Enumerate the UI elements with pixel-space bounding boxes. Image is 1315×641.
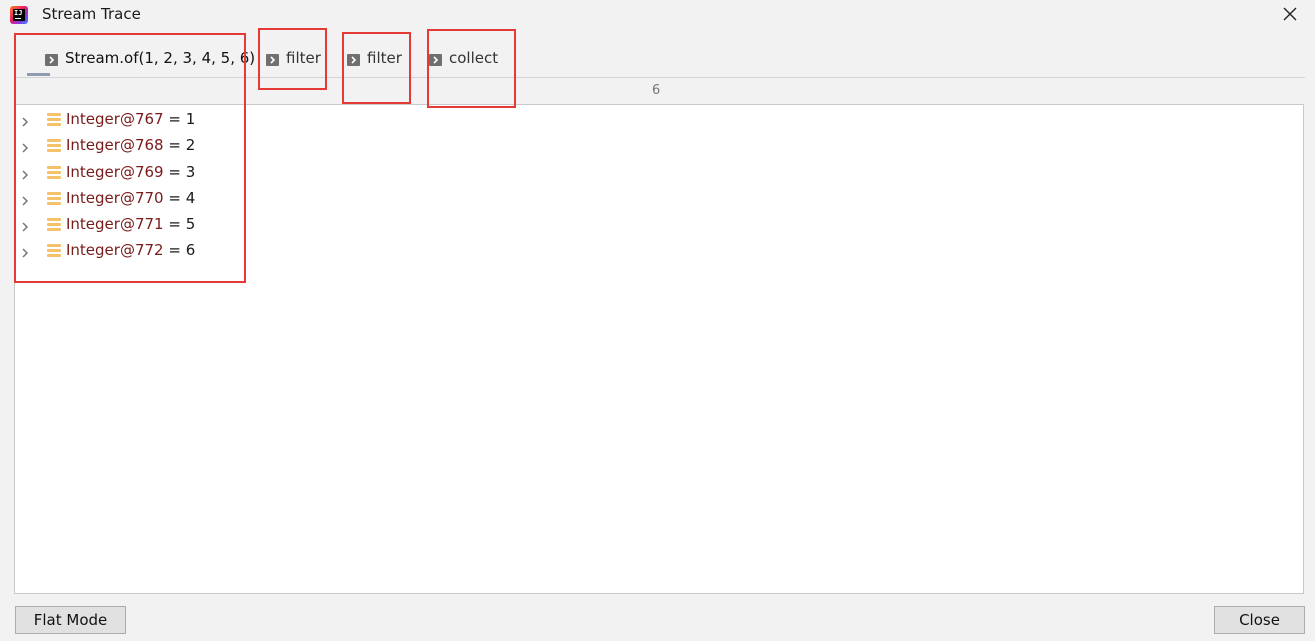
chevron-right-icon[interactable] [19, 113, 31, 127]
tab-label: filter [286, 49, 321, 67]
chevron-right-icon[interactable] [19, 166, 31, 180]
stream-step-icon [429, 54, 442, 66]
stream-step-icon [266, 54, 279, 66]
field-icon [47, 192, 61, 205]
field-icon [47, 244, 61, 257]
field-icon [47, 218, 61, 231]
tab-label: Stream.of(1, 2, 3, 4, 5, 6) [65, 49, 256, 67]
object-value: = 6 [163, 241, 196, 259]
chevron-right-icon[interactable] [19, 218, 31, 232]
tree-row[interactable]: Integer@772 = 6 [15, 238, 415, 264]
tab-label: collect [449, 49, 499, 67]
object-value: = 1 [163, 110, 196, 128]
object-name: Integer@769 [66, 163, 164, 181]
stream-step-icon [347, 54, 360, 66]
object-value: = 5 [163, 215, 196, 233]
object-name: Integer@768 [66, 136, 164, 154]
object-name: Integer@767 [66, 110, 164, 128]
close-icon[interactable] [1280, 4, 1300, 24]
title-bar: IJ Stream Trace [0, 0, 1315, 30]
tree-row[interactable]: Integer@770 = 4 [15, 186, 415, 212]
window-title: Stream Trace [42, 5, 141, 23]
tree-row[interactable]: Integer@771 = 5 [15, 212, 415, 238]
close-button[interactable]: Close [1214, 606, 1305, 634]
chevron-right-icon[interactable] [19, 192, 31, 206]
tree-row[interactable]: Integer@768 = 2 [15, 133, 415, 159]
flat-mode-button[interactable]: Flat Mode [15, 606, 126, 634]
object-name: Integer@771 [66, 215, 164, 233]
stream-step-icon [45, 54, 58, 66]
field-icon [47, 139, 61, 152]
field-icon [47, 113, 61, 126]
tree-row[interactable]: Integer@769 = 3 [15, 160, 415, 186]
object-value: = 2 [163, 136, 196, 154]
chevron-right-icon[interactable] [19, 139, 31, 153]
chevron-right-icon[interactable] [19, 244, 31, 258]
values-tree: Integer@767 = 1 Integer@768 = 2 Integer@… [14, 104, 1304, 594]
item-count: 6 [652, 83, 661, 98]
tab-label: filter [367, 49, 402, 67]
object-value: = 3 [163, 163, 196, 181]
intellij-idea-icon: IJ [10, 6, 28, 24]
object-name: Integer@770 [66, 189, 164, 207]
object-value: = 4 [163, 189, 196, 207]
tree-row[interactable]: Integer@767 = 1 [15, 107, 415, 133]
field-icon [47, 166, 61, 179]
object-name: Integer@772 [66, 241, 164, 259]
stream-step-tabs: Stream.of(1, 2, 3, 4, 5, 6) filter filte… [14, 38, 1305, 78]
